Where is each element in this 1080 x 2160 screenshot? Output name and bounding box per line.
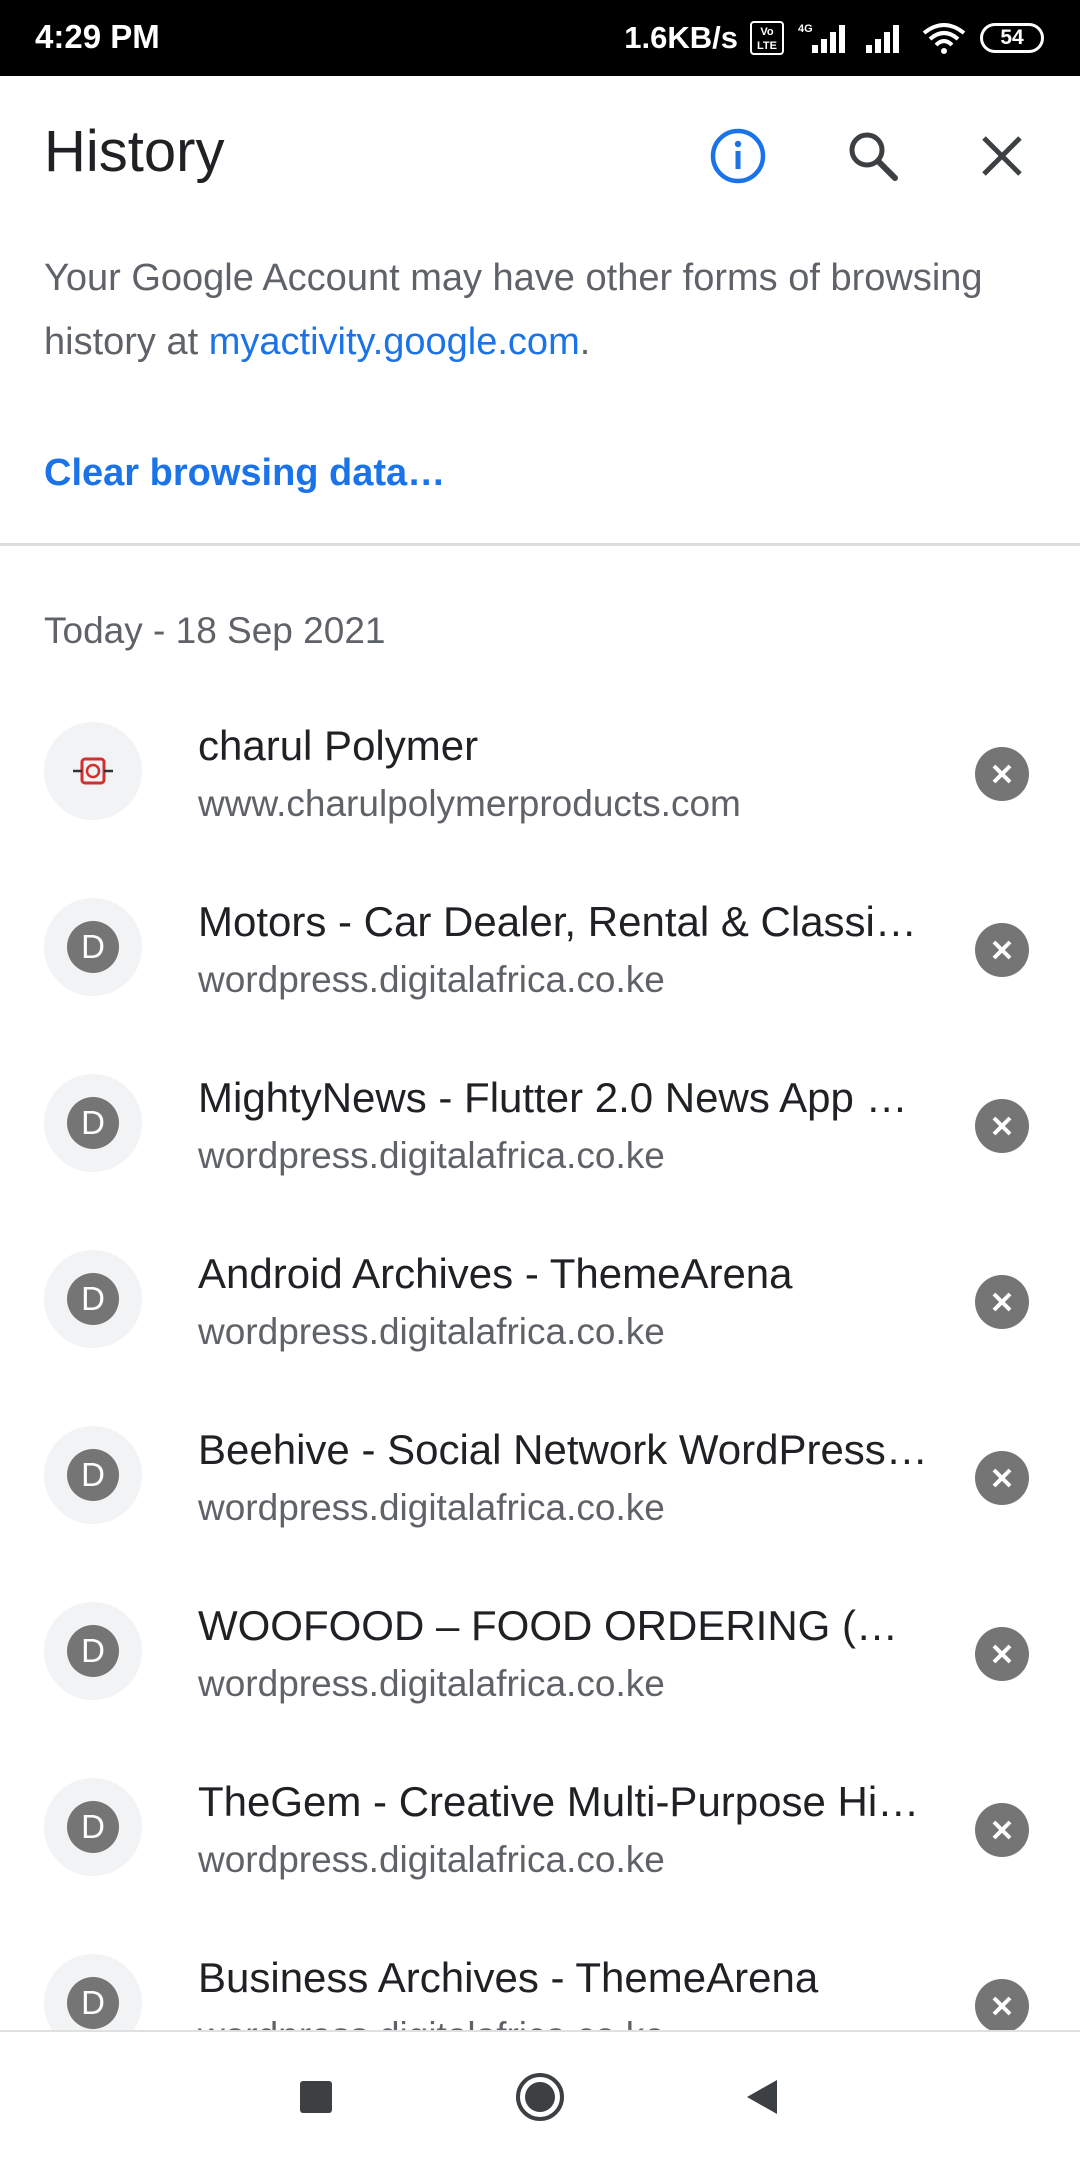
history-item-url: wordpress.digitalafrica.co.ke: [198, 2015, 928, 2030]
clear-browsing-data-button[interactable]: Clear browsing data…: [44, 452, 445, 495]
history-item-title: Motors - Car Dealer, Rental & Classified…: [198, 898, 928, 945]
status-indicators: 1.6KB/s Vo LTE 4G 54: [624, 14, 1044, 62]
remove-button[interactable]: [975, 747, 1029, 801]
favicon: D: [44, 1426, 142, 1524]
remove-button[interactable]: [975, 1627, 1029, 1681]
info-button[interactable]: [700, 118, 776, 194]
divider: [0, 543, 1080, 546]
page-title: History: [44, 119, 225, 184]
close-button[interactable]: [964, 118, 1040, 194]
history-item-url: wordpress.digitalafrica.co.ke: [198, 1135, 665, 1176]
history-item[interactable]: D WOOFOOD – FOOD ORDERING (DELIVERY & PI…: [0, 1580, 1080, 1756]
history-item[interactable]: D MightyNews - Flutter 2.0 News App with…: [0, 1052, 1080, 1228]
search-button[interactable]: [835, 118, 911, 194]
history-item-title: Business Archives - ThemeArena: [198, 1954, 819, 2001]
close-icon: [992, 1644, 1012, 1664]
history-item[interactable]: charul Polymer www.charulpolymerproducts…: [0, 700, 1080, 876]
close-icon: [992, 1820, 1012, 1840]
close-icon: [982, 136, 1022, 176]
search-icon: [849, 132, 898, 181]
remove-button[interactable]: [975, 1979, 1029, 2030]
history-item-title: Beehive - Social Network WordPress Theme: [198, 1426, 928, 1473]
history-item-url: www.charulpolymerproducts.com: [198, 783, 741, 824]
close-icon: [992, 764, 1012, 784]
history-item-url: wordpress.digitalafrica.co.ke: [198, 1311, 665, 1352]
status-time: 4:29 PM: [35, 18, 160, 55]
history-item-url: wordpress.digitalafrica.co.ke: [198, 1663, 665, 1704]
history-item[interactable]: D Motors - Car Dealer, Rental & Classifi…: [0, 876, 1080, 1052]
back-button[interactable]: [733, 2067, 793, 2127]
history-item[interactable]: D Android Archives - ThemeArena wordpres…: [0, 1228, 1080, 1404]
letter-icon: D: [67, 1977, 119, 2029]
history-list: charul Polymer www.charulpolymerproducts…: [0, 700, 1080, 2030]
recents-button[interactable]: [286, 2067, 346, 2127]
network-speed: 1.6KB/s: [624, 20, 738, 55]
favicon: D: [44, 1074, 142, 1172]
close-icon: [992, 940, 1012, 960]
close-icon: [992, 1292, 1012, 1312]
volte-icon: Vo LTE: [750, 21, 784, 55]
history-item[interactable]: D TheGem - Creative Multi-Purpose High-P…: [0, 1756, 1080, 1932]
close-icon: [992, 1468, 1012, 1488]
account-note: Your Google Account may have other forms…: [44, 246, 1044, 374]
letter-icon: D: [67, 1273, 119, 1325]
history-item[interactable]: D Business Archives - ThemeArena wordpre…: [0, 1932, 1080, 2030]
letter-icon: D: [67, 1625, 119, 1677]
account-note-suffix: .: [579, 321, 591, 363]
favicon: D: [44, 1778, 142, 1876]
home-button[interactable]: [510, 2067, 570, 2127]
square-icon: [300, 2081, 332, 2113]
triangle-back-icon: [747, 2080, 777, 2114]
date-header: Today - 18 Sep 2021: [44, 610, 386, 651]
history-item[interactable]: D Beehive - Social Network WordPress The…: [0, 1404, 1080, 1580]
wifi-icon: [922, 23, 966, 54]
svg-text:4G: 4G: [798, 23, 813, 35]
remove-button[interactable]: [975, 1275, 1029, 1329]
status-bar: 4:29 PM 1.6KB/s Vo LTE 4G 54: [0, 0, 1080, 76]
history-item-title: charul Polymer: [198, 722, 479, 769]
info-icon: [710, 128, 766, 184]
navigation-bar: [0, 2030, 1080, 2160]
remove-button[interactable]: [975, 1803, 1029, 1857]
favicon: D: [44, 898, 142, 996]
favicon: D: [44, 1250, 142, 1348]
favicon: D: [44, 1954, 142, 2030]
letter-icon: D: [67, 921, 119, 973]
close-icon: [992, 1116, 1012, 1136]
history-item-url: wordpress.digitalafrica.co.ke: [198, 959, 665, 1000]
site-logo-icon: [73, 757, 113, 785]
history-item-title: WOOFOOD – FOOD ORDERING (DELIVERY & PICK…: [198, 1602, 928, 1649]
close-icon: [992, 1996, 1012, 2016]
history-item-title: TheGem - Creative Multi-Purpose High-Per…: [198, 1778, 928, 1825]
battery-icon: 54: [980, 23, 1044, 53]
favicon: [44, 722, 142, 820]
remove-button[interactable]: [975, 923, 1029, 977]
letter-icon: D: [67, 1097, 119, 1149]
letter-icon: D: [67, 1449, 119, 1501]
remove-button[interactable]: [975, 1099, 1029, 1153]
circle-icon: [516, 2073, 564, 2121]
history-item-url: wordpress.digitalafrica.co.ke: [198, 1839, 665, 1880]
history-item-title: MightyNews - Flutter 2.0 News App with W…: [198, 1074, 928, 1121]
myactivity-link[interactable]: myactivity.google.com: [209, 321, 580, 363]
history-item-title: Android Archives - ThemeArena: [198, 1250, 793, 1297]
cellular-signal-icon: 4G: [798, 23, 845, 53]
cellular-signal-2-icon: [866, 25, 899, 53]
history-item-url: wordpress.digitalafrica.co.ke: [198, 1487, 665, 1528]
favicon: D: [44, 1602, 142, 1700]
letter-icon: D: [67, 1801, 119, 1853]
remove-button[interactable]: [975, 1451, 1029, 1505]
